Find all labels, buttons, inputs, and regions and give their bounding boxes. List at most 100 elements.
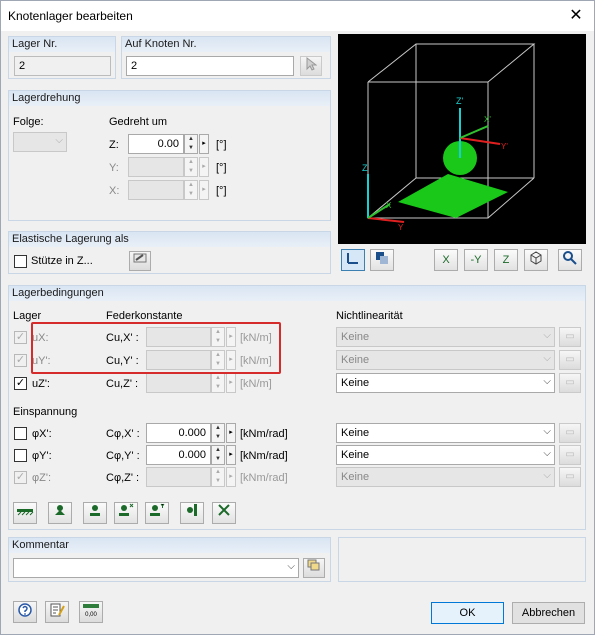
support-wall-button[interactable] [180,502,204,524]
uz-checkbox[interactable]: ✓ [14,377,27,390]
folge-select[interactable]: ⌵ [13,132,67,152]
phiz-arrow[interactable]: ▸ [226,467,236,487]
phix-spring-input[interactable]: 0.000 [146,423,211,443]
ux-nl-select[interactable]: Keine ⌵ [336,327,555,347]
view-render-button[interactable] [370,249,394,271]
phiz-nl-select[interactable]: Keine ⌵ [336,467,555,487]
phix-nl-edit-button[interactable]: ▭ [559,423,581,443]
lagerbedingungen-title: Lagerbedingungen [9,286,585,301]
col-feder-header: Federkonstante [106,310,183,322]
axis-y-label: Y [398,223,404,232]
phiz-spring-input[interactable] [146,467,211,487]
y-rotation-input[interactable] [128,157,184,177]
phix-arrow[interactable]: ▸ [226,423,236,443]
support-pinned-button[interactable] [83,502,107,524]
highlight-frame [31,322,281,374]
phiz-spinner[interactable]: ▲ ▼ [211,467,225,487]
x-rot-unit: [°] [216,185,227,197]
stuetze-checkbox[interactable] [14,255,27,268]
group-elastisch: Elastische Lagerung als Stütze in Z... [8,231,331,274]
help-button[interactable] [13,601,37,623]
auf-knoten-label: Auf Knoten Nr. [122,37,330,52]
magnifier-icon [563,251,577,265]
pick-node-button[interactable] [300,56,322,76]
axis-xp-label: X' [484,115,491,124]
axis-yp-label: Y' [501,142,508,151]
view-y-button[interactable]: -Y [464,249,488,271]
axis-x-label: X [386,201,392,210]
uz-nl-edit-button[interactable]: ▭ [559,373,581,393]
chevron-down-icon: ⌵ [543,426,551,437]
help-icon [18,603,32,617]
y-rotation-spinner[interactable]: ▲ ▼ [184,157,198,177]
phiy-arrow[interactable]: ▸ [226,445,236,465]
support-wall-icon [187,504,197,516]
view-z-button[interactable]: Z [494,249,518,271]
ux-checkbox[interactable]: ✓ [14,331,27,344]
phiy-checkbox[interactable] [14,449,27,462]
uy-nl-select[interactable]: Keine ⌵ [336,350,555,370]
view-axis-button[interactable] [341,249,365,271]
phiz-checkbox[interactable]: ✓ [14,471,27,484]
support-free-button[interactable] [212,502,236,524]
lager-nr-field[interactable]: 2 [14,56,111,76]
kommentar-input[interactable]: ⌵ [13,558,299,578]
chevron-down-icon: ⌵ [55,135,63,146]
phix-checkbox[interactable] [14,427,27,440]
phix-spinner[interactable]: ▲ ▼ [211,423,225,443]
close-icon[interactable]: ✕ [566,6,586,26]
z-rotation-input[interactable]: 0.00 [128,134,184,154]
elastisch-title: Elastische Lagerung als [9,232,330,247]
uz-arrow[interactable]: ▸ [226,373,236,393]
support-roller-y-button[interactable] [145,502,169,524]
zoom-reset-button[interactable] [558,249,582,271]
phiy-nl-edit-button[interactable]: ▭ [559,445,581,465]
x-rot-label: X: [109,185,120,197]
cancel-button[interactable]: Abbrechen [512,602,585,624]
stuetze-label: Stütze in Z... [31,255,93,267]
phiy-spinner[interactable]: ▲ ▼ [211,445,225,465]
phiy-nl-select[interactable]: Keine ⌵ [336,445,555,465]
x-rotation-spinner[interactable]: ▲ ▼ [184,180,198,200]
support-pinned-icon [90,505,100,516]
ok-button[interactable]: OK [431,602,504,624]
stuetze-edit-button[interactable] [129,251,151,271]
ux-nl-edit-button[interactable]: ▭ [559,327,581,347]
y-rotation-arrow[interactable]: ▸ [199,157,209,177]
x-rotation-arrow[interactable]: ▸ [199,180,209,200]
view-iso-button[interactable] [524,249,548,271]
dialog-window: Knotenlager bearbeiten ✕ Lager Nr. 2 Auf… [0,0,595,635]
y-rot-unit: [°] [216,162,227,174]
edit-notes-button[interactable] [45,601,69,623]
phiz-nl-edit-button[interactable]: ▭ [559,467,581,487]
uy-nl-edit-button[interactable]: ▭ [559,350,581,370]
kommentar-edit-button[interactable] [303,558,325,578]
phiy-spring-input[interactable]: 0.000 [146,445,211,465]
x-rotation-input[interactable] [128,180,184,200]
lagerdrehung-title: Lagerdrehung [9,91,330,106]
units-button[interactable]: 0,00 [79,601,103,623]
uz-nl-value: Keine [341,377,370,389]
phix-label: φX': [32,428,52,440]
z-rotation-arrow[interactable]: ▸ [199,134,209,154]
cube-icon [530,251,542,265]
group-lagerdrehung: Lagerdrehung Folge: ⌵ Gedreht um Z: 0.00… [8,90,331,221]
support-roller-x-button[interactable] [114,502,138,524]
support-hinged-button[interactable] [13,502,37,524]
preview-canvas: Z X Y Z' X' Y' [362,43,536,232]
uz-nl-select[interactable]: Keine ⌵ [336,373,555,393]
lager-nr-label: Lager Nr. [9,37,115,52]
col-lager-header: Lager [13,310,42,322]
uz-spinner[interactable]: ▲ ▼ [211,373,225,393]
uy-checkbox[interactable]: ✓ [14,354,27,367]
auf-knoten-field[interactable]: 2 [126,56,294,76]
phix-nl-select[interactable]: Keine ⌵ [336,423,555,443]
support-fixed-button[interactable] [48,502,72,524]
z-rotation-spinner[interactable]: ▲ ▼ [184,134,198,154]
chevron-down-icon: ⌵ [543,353,551,364]
pointer-icon [306,56,318,71]
view-x-button[interactable]: X [434,249,458,271]
uz-spring-input[interactable] [146,373,211,393]
phiz-unit: [kNm/rad] [240,472,288,484]
phix-nl-value: Keine [341,427,370,439]
